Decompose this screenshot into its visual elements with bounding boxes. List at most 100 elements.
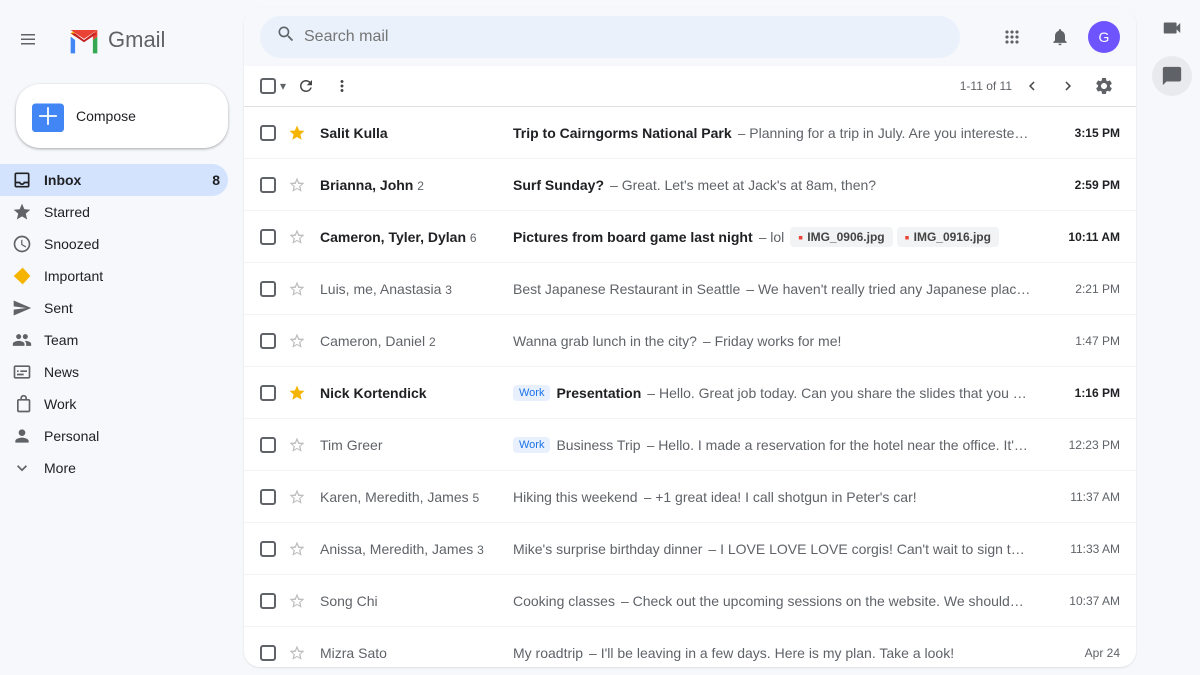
email-row[interactable]: Song Chi Cooking classes – Check out the… (244, 575, 1136, 627)
email-row[interactable]: Brianna, John 2 Surf Sunday? – Great. Le… (244, 159, 1136, 211)
star-button[interactable] (288, 280, 312, 298)
sidebar-item-team-label: Team (44, 332, 78, 348)
snoozed-icon (12, 234, 32, 254)
work-icon (12, 394, 32, 414)
row-checkbox[interactable] (260, 333, 280, 349)
sidebar-item-more-label: More (44, 460, 76, 476)
email-row[interactable]: Cameron, Tyler, Dylan 6 Pictures from bo… (244, 211, 1136, 263)
email-snippet: – Check out the upcoming sessions on the… (621, 593, 1024, 609)
star-button[interactable] (288, 540, 312, 558)
sidebar-item-work[interactable]: Work (0, 388, 228, 420)
more-options-button[interactable] (326, 70, 358, 102)
sidebar-item-personal-label: Personal (44, 428, 99, 444)
email-snippet: – Hello. Great job today. Can you share … (647, 385, 1032, 401)
star-button[interactable] (288, 488, 312, 506)
attachment-icon: ▪ (798, 229, 803, 245)
team-icon (12, 330, 32, 350)
email-time: 2:21 PM (1040, 282, 1120, 296)
email-subject: Wanna grab lunch in the city? (513, 333, 697, 349)
email-list: Salit Kulla Trip to Cairngorms National … (244, 107, 1136, 667)
star-button[interactable] (288, 332, 312, 350)
sidebar-item-sent[interactable]: Sent (0, 292, 228, 324)
row-checkbox[interactable] (260, 385, 280, 401)
email-row[interactable]: Tim Greer Work Business Trip – Hello. I … (244, 419, 1136, 471)
chat-icon[interactable] (1152, 56, 1192, 96)
row-checkbox[interactable] (260, 593, 280, 609)
search-input[interactable] (304, 28, 944, 46)
row-checkbox[interactable] (260, 541, 280, 557)
email-content: My roadtrip – I'll be leaving in a few d… (513, 645, 1032, 661)
sender-name: Cameron, Tyler, Dylan 6 (320, 229, 505, 245)
email-row[interactable]: Mizra Sato My roadtrip – I'll be leaving… (244, 627, 1136, 667)
row-checkbox[interactable] (260, 177, 280, 193)
sender-name: Song Chi (320, 593, 505, 609)
select-chevron[interactable]: ▾ (280, 79, 286, 93)
sender-name: Cameron, Daniel 2 (320, 333, 505, 349)
email-row[interactable]: Cameron, Daniel 2 Wanna grab lunch in th… (244, 315, 1136, 367)
hamburger-menu[interactable] (8, 20, 48, 60)
sender-name: Salit Kulla (320, 125, 505, 141)
settings-button[interactable] (1088, 70, 1120, 102)
email-snippet: – I LOVE LOVE LOVE corgis! Can't wait to… (708, 541, 1032, 557)
row-checkbox[interactable] (260, 229, 280, 245)
email-subject: Presentation (556, 385, 641, 401)
email-row[interactable]: Karen, Meredith, James 5 Hiking this wee… (244, 471, 1136, 523)
email-snippet: – Friday works for me! (703, 333, 841, 349)
meet-icon[interactable] (1152, 8, 1192, 48)
row-checkbox[interactable] (260, 125, 280, 141)
user-avatar[interactable]: G (1088, 21, 1120, 53)
row-checkbox[interactable] (260, 645, 280, 661)
sidebar-item-inbox[interactable]: Inbox 8 (0, 164, 228, 196)
email-row[interactable]: Anissa, Meredith, James 3 Mike's surpris… (244, 523, 1136, 575)
select-all-area[interactable]: ▾ (260, 78, 286, 94)
star-button[interactable] (288, 124, 312, 142)
sidebar-item-personal[interactable]: Personal (0, 420, 228, 452)
email-content: Cooking classes – Check out the upcoming… (513, 593, 1032, 609)
sidebar-item-starred[interactable]: Starred (0, 196, 228, 228)
compose-button[interactable]: Compose (16, 84, 228, 148)
right-panel (1144, 0, 1200, 675)
star-button[interactable] (288, 384, 312, 402)
star-button[interactable] (288, 436, 312, 454)
email-time: 3:15 PM (1040, 126, 1120, 140)
apps-button[interactable] (992, 17, 1032, 57)
sidebar-item-important[interactable]: Important (0, 260, 228, 292)
sidebar-item-snoozed[interactable]: Snoozed (0, 228, 228, 260)
gmail-wordmark: Gmail (108, 27, 165, 53)
email-row[interactable]: Nick Kortendick Work Presentation – Hell… (244, 367, 1136, 419)
email-content: Trip to Cairngorms National Park – Plann… (513, 125, 1032, 141)
sidebar-item-news[interactable]: News (0, 356, 228, 388)
prev-page-button[interactable] (1016, 70, 1048, 102)
star-button[interactable] (288, 644, 312, 662)
email-snippet: – Hello. I made a reservation for the ho… (647, 437, 1032, 453)
email-row[interactable]: Salit Kulla Trip to Cairngorms National … (244, 107, 1136, 159)
row-checkbox[interactable] (260, 281, 280, 297)
email-time: 11:37 AM (1040, 490, 1120, 504)
row-checkbox[interactable] (260, 489, 280, 505)
refresh-button[interactable] (290, 70, 322, 102)
sender-name: Nick Kortendick (320, 385, 505, 401)
star-button[interactable] (288, 592, 312, 610)
select-all-checkbox[interactable] (260, 78, 276, 94)
sidebar-item-team[interactable]: Team (0, 324, 228, 356)
notifications-button[interactable] (1040, 17, 1080, 57)
row-checkbox[interactable] (260, 437, 280, 453)
news-icon (12, 362, 32, 382)
email-content: Work Business Trip – Hello. I made a res… (513, 437, 1032, 453)
email-subject: Surf Sunday? (513, 177, 604, 193)
page-count: 1-11 of 11 (960, 79, 1012, 93)
star-button[interactable] (288, 176, 312, 194)
sender-name: Anissa, Meredith, James 3 (320, 541, 505, 557)
star-button[interactable] (288, 228, 312, 246)
personal-icon (12, 426, 32, 446)
sidebar-item-starred-label: Starred (44, 204, 90, 220)
email-row[interactable]: Luis, me, Anastasia 3 Best Japanese Rest… (244, 263, 1136, 315)
email-snippet: – I'll be leaving in a few days. Here is… (589, 645, 954, 661)
search-bar[interactable] (260, 16, 960, 58)
email-content: Mike's surprise birthday dinner – I LOVE… (513, 541, 1032, 557)
next-page-button[interactable] (1052, 70, 1084, 102)
sidebar-item-more[interactable]: More (0, 452, 228, 484)
page-info: 1-11 of 11 (960, 70, 1120, 102)
email-time: 10:11 AM (1040, 230, 1120, 244)
sidebar-item-news-label: News (44, 364, 79, 380)
